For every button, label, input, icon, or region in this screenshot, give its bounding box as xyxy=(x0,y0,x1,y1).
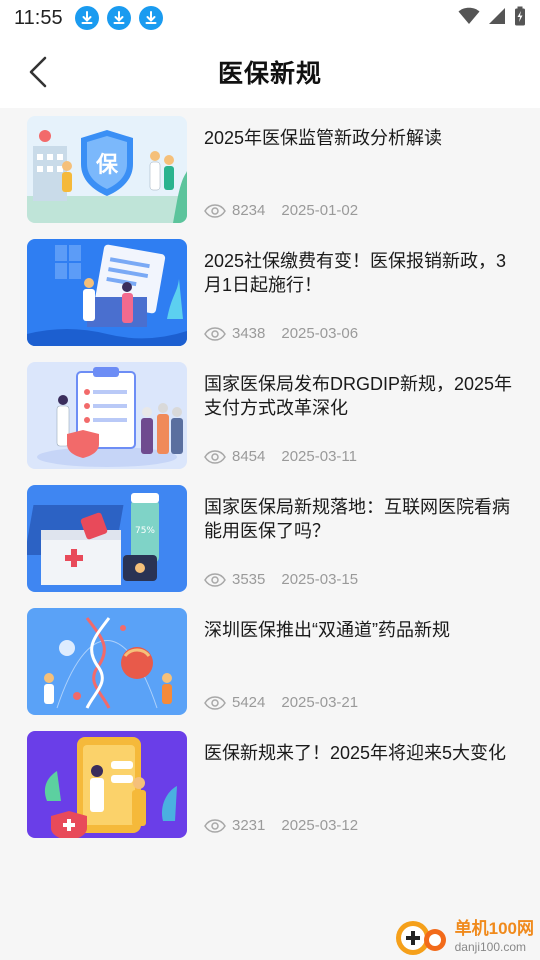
article-meta: 8454 2025-03-11 xyxy=(204,448,357,465)
app-header: 医保新规 xyxy=(0,36,540,108)
article-thumbnail: 保 xyxy=(27,116,187,223)
eye-icon xyxy=(204,818,226,833)
battery-icon xyxy=(514,6,526,31)
list-item[interactable]: 深圳医保推出“双通道”药品新规 5424 2025-03-21 xyxy=(0,600,540,723)
status-right xyxy=(458,6,526,31)
download-icon xyxy=(74,6,99,30)
article-info: 2025社保缴费有变！医保报销新政，3月1日起施行！ 3438 2025-03-… xyxy=(204,239,514,346)
watermark-logo-icon xyxy=(395,921,446,955)
list-item[interactable]: 75% 国家医保局新规落地：互联网医院看病能用医保了吗？ 3535 2025-0… xyxy=(0,477,540,600)
article-title: 医保新规来了！2025年将迎来5大变化 xyxy=(204,743,507,763)
publish-date: 2025-03-15 xyxy=(281,571,359,588)
article-thumbnail xyxy=(27,731,187,838)
article-thumbnail: 75% xyxy=(27,485,187,592)
article-title: 2025社保缴费有变！医保报销新政，3月1日起施行！ xyxy=(204,251,507,295)
signal-icon xyxy=(488,7,506,30)
watermark: 单机100网 danji100.com xyxy=(393,918,534,958)
download-icon xyxy=(138,6,163,30)
svg-text:75%: 75% xyxy=(135,526,155,536)
article-thumbnail xyxy=(27,362,187,469)
article-title: 国家医保局新规落地：互联网医院看病能用医保了吗？ xyxy=(204,497,510,541)
back-button[interactable] xyxy=(22,56,54,88)
article-info: 医保新规来了！2025年将迎来5大变化 3231 2025-03-12 xyxy=(204,731,514,838)
article-meta: 3438 2025-03-06 xyxy=(204,325,358,342)
view-count: 3535 xyxy=(232,571,266,588)
article-list: 保 2025年医保监管新政分析解读 8234 2025-01-02 2025社保… xyxy=(0,108,540,846)
publish-date: 2025-03-11 xyxy=(281,448,357,465)
article-title: 深圳医保推出“双通道”药品新规 xyxy=(204,620,450,640)
article-info: 国家医保局发布DRGDIP新规，2025年支付方式改革深化 8454 2025-… xyxy=(204,362,514,469)
list-item[interactable]: 2025社保缴费有变！医保报销新政，3月1日起施行！ 3438 2025-03-… xyxy=(0,231,540,354)
eye-icon xyxy=(204,695,226,710)
article-meta: 3535 2025-03-15 xyxy=(204,571,358,588)
eye-icon xyxy=(204,326,226,341)
article-title: 国家医保局发布DRGDIP新规，2025年支付方式改革深化 xyxy=(204,374,513,418)
page-title: 医保新规 xyxy=(217,60,322,88)
article-info: 国家医保局新规落地：互联网医院看病能用医保了吗？ 3535 2025-03-15 xyxy=(204,485,514,592)
svg-text:保: 保 xyxy=(95,153,119,178)
watermark-en: danji100.com xyxy=(454,940,527,954)
list-item[interactable]: 保 2025年医保监管新政分析解读 8234 2025-01-02 xyxy=(0,108,540,231)
watermark-cn: 单机100网 xyxy=(454,919,534,938)
article-meta: 8234 2025-01-02 xyxy=(204,202,358,219)
view-count: 3438 xyxy=(232,325,266,342)
list-item[interactable]: 国家医保局发布DRGDIP新规，2025年支付方式改革深化 8454 2025-… xyxy=(0,354,540,477)
view-count: 8454 xyxy=(232,448,266,465)
publish-date: 2025-03-21 xyxy=(281,694,359,711)
article-info: 深圳医保推出“双通道”药品新规 5424 2025-03-21 xyxy=(204,608,514,715)
publish-date: 2025-03-06 xyxy=(281,325,359,342)
eye-icon xyxy=(204,203,226,218)
view-count: 8234 xyxy=(232,202,266,219)
list-item[interactable]: 医保新规来了！2025年将迎来5大变化 3231 2025-03-12 xyxy=(0,723,540,846)
eye-icon xyxy=(204,449,226,464)
download-icon xyxy=(106,6,131,30)
article-info: 2025年医保监管新政分析解读 8234 2025-01-02 xyxy=(204,116,514,223)
status-left: 11:55 xyxy=(14,6,163,30)
article-thumbnail xyxy=(27,239,187,346)
article-meta: 3231 2025-03-12 xyxy=(204,817,358,834)
watermark-text: 单机100网 danji100.com xyxy=(455,920,534,956)
eye-icon xyxy=(204,572,226,587)
view-count: 3231 xyxy=(232,817,266,834)
publish-date: 2025-01-02 xyxy=(281,202,359,219)
view-count: 5424 xyxy=(232,694,266,711)
article-title: 2025年医保监管新政分析解读 xyxy=(204,128,443,148)
article-meta: 5424 2025-03-21 xyxy=(204,694,358,711)
article-thumbnail xyxy=(27,608,187,715)
publish-date: 2025-03-12 xyxy=(281,817,359,834)
status-time: 11:55 xyxy=(14,6,63,29)
status-bar: 11:55 xyxy=(0,0,540,36)
wifi-icon xyxy=(458,7,480,30)
chevron-left-icon xyxy=(29,56,47,88)
